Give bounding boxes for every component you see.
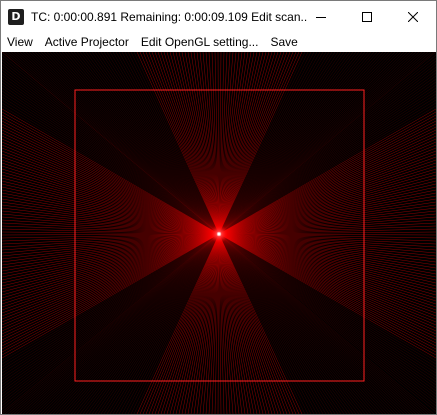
app-icon-letter: D	[11, 9, 21, 23]
laser-preview-render	[2, 52, 436, 414]
minimize-icon	[316, 16, 326, 18]
laser-ray	[218, 54, 436, 235]
laser-ray	[218, 81, 436, 235]
laser-ray	[40, 52, 220, 235]
window-title: TC: 0:00:00.891 Remaining: 0:00:09.109 E…	[31, 9, 307, 24]
laser-ray	[218, 233, 429, 414]
laser-ray	[2, 233, 220, 401]
minimize-button[interactable]	[298, 1, 344, 32]
laser-ray	[218, 52, 414, 235]
laser-ray	[218, 52, 423, 235]
app-window: D TC: 0:00:00.891 Remaining: 0:00:09.109…	[0, 0, 437, 415]
menu-save[interactable]: Save	[264, 32, 303, 52]
laser-ray	[31, 52, 220, 235]
laser-ray	[218, 233, 414, 414]
laser-ray	[218, 233, 436, 413]
laser-ray	[91, 52, 220, 235]
maximize-button[interactable]	[344, 1, 390, 32]
maximize-icon	[362, 11, 372, 22]
laser-ray	[218, 233, 436, 356]
title-bar[interactable]: D TC: 0:00:00.891 Remaining: 0:00:09.109…	[1, 1, 436, 32]
laser-ray	[218, 233, 399, 414]
menu-bar: View Active Projector Edit OpenGL settin…	[1, 32, 436, 52]
laser-ray	[67, 52, 220, 235]
laser-ray	[40, 233, 220, 414]
laser-ray	[218, 52, 429, 235]
laser-ray	[2, 233, 220, 365]
menu-edit-opengl-settings[interactable]: Edit OpenGL setting...	[135, 32, 265, 52]
menu-view[interactable]: View	[1, 32, 39, 52]
laser-preview-canvas[interactable]	[2, 52, 436, 414]
app-icon[interactable]: D	[8, 8, 24, 25]
laser-ray	[91, 233, 220, 414]
close-icon	[408, 11, 418, 22]
laser-ray	[218, 52, 399, 235]
laser-ray	[218, 132, 436, 235]
laser-ray	[82, 52, 220, 235]
laser-ray	[218, 233, 436, 353]
laser-ray	[19, 233, 220, 414]
laser-ray	[218, 52, 372, 235]
laser-center-point	[217, 232, 221, 236]
menu-active-projector[interactable]: Active Projector	[39, 32, 135, 52]
laser-ray	[2, 233, 220, 413]
laser-ray	[218, 233, 436, 335]
laser-ray	[218, 52, 321, 235]
close-button[interactable]	[390, 1, 436, 32]
